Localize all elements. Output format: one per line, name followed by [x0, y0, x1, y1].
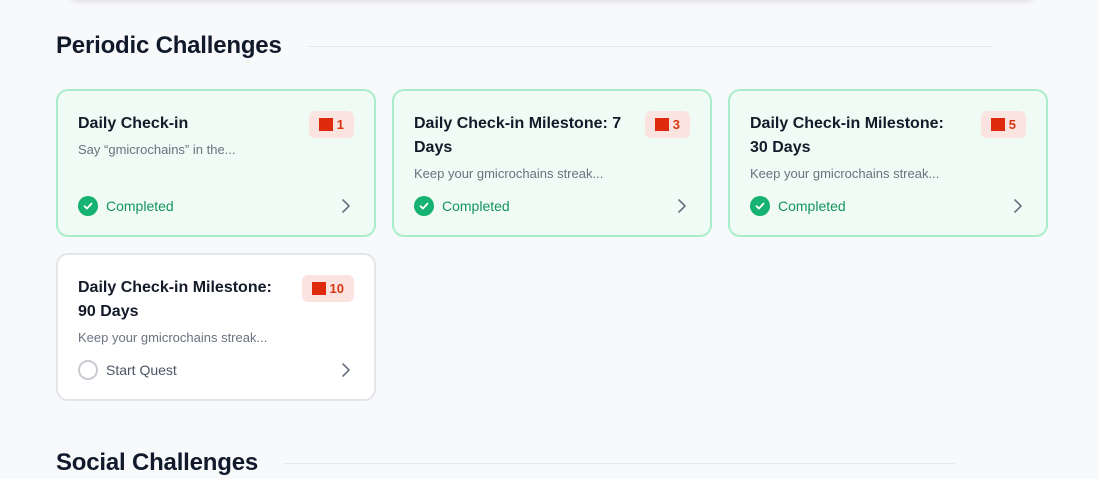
- chevron-right-icon[interactable]: [1012, 197, 1024, 215]
- card-status: Completed: [750, 196, 846, 216]
- card-status[interactable]: Start Quest: [78, 360, 177, 380]
- check-circle-icon: [78, 196, 98, 216]
- periodic-section-header: Periodic Challenges: [56, 32, 993, 60]
- challenge-card-milestone-7[interactable]: Daily Check-in Milestone: 7 Days Keep yo…: [392, 89, 712, 237]
- card-description: Keep your gmicrochains streak...: [414, 166, 604, 181]
- social-section-header: Social Challenges: [56, 449, 956, 477]
- red-square-icon: [654, 118, 669, 131]
- check-circle-icon: [414, 196, 434, 216]
- status-label: Completed: [778, 198, 846, 214]
- card-title: Daily Check-in Milestone: 90 Days: [78, 279, 272, 320]
- card-title: Daily Check-in: [78, 115, 189, 132]
- start-quest-label[interactable]: Start Quest: [106, 362, 177, 378]
- red-square-icon: [990, 118, 1005, 131]
- chevron-right-icon[interactable]: [340, 197, 352, 215]
- card-status: Completed: [414, 196, 510, 216]
- card-status: Completed: [78, 196, 174, 216]
- section-title: Periodic Challenges: [56, 32, 282, 59]
- check-circle-icon: [750, 196, 770, 216]
- section-title: Social Challenges: [56, 449, 259, 476]
- status-label: Completed: [106, 198, 174, 214]
- status-label: Completed: [442, 198, 510, 214]
- reward-badge: 5: [980, 111, 1026, 138]
- challenge-card-milestone-30[interactable]: Daily Check-in Milestone: 30 Days Keep y…: [728, 89, 1048, 237]
- section-divider: [283, 462, 956, 464]
- card-description: Keep your gmicrochains streak...: [78, 330, 268, 345]
- challenges-page: Periodic Challenges Daily Check-in Say “…: [0, 0, 1099, 479]
- card-description: Say “gmicrochains” in the...: [78, 142, 236, 157]
- red-square-icon: [318, 118, 333, 131]
- reward-badge: 10: [301, 275, 354, 302]
- reward-badge: 1: [308, 111, 354, 138]
- empty-circle-icon: [78, 360, 98, 380]
- red-square-icon: [311, 282, 326, 295]
- reward-value: 10: [329, 281, 344, 296]
- reward-badge: 3: [644, 111, 690, 138]
- challenge-card-milestone-90[interactable]: Daily Check-in Milestone: 90 Days Keep y…: [56, 253, 376, 401]
- reward-value: 3: [672, 117, 680, 132]
- card-title: Daily Check-in Milestone: 30 Days: [750, 115, 944, 156]
- card-title: Daily Check-in Milestone: 7 Days: [414, 115, 622, 156]
- challenge-card-daily-checkin[interactable]: Daily Check-in Say “gmicrochains” in the…: [56, 89, 376, 237]
- reward-value: 5: [1008, 117, 1016, 132]
- card-description: Keep your gmicrochains streak...: [750, 166, 940, 181]
- section-divider: [306, 45, 993, 47]
- reward-value: 1: [336, 117, 344, 132]
- chevron-right-icon[interactable]: [676, 197, 688, 215]
- chevron-right-icon[interactable]: [340, 361, 352, 379]
